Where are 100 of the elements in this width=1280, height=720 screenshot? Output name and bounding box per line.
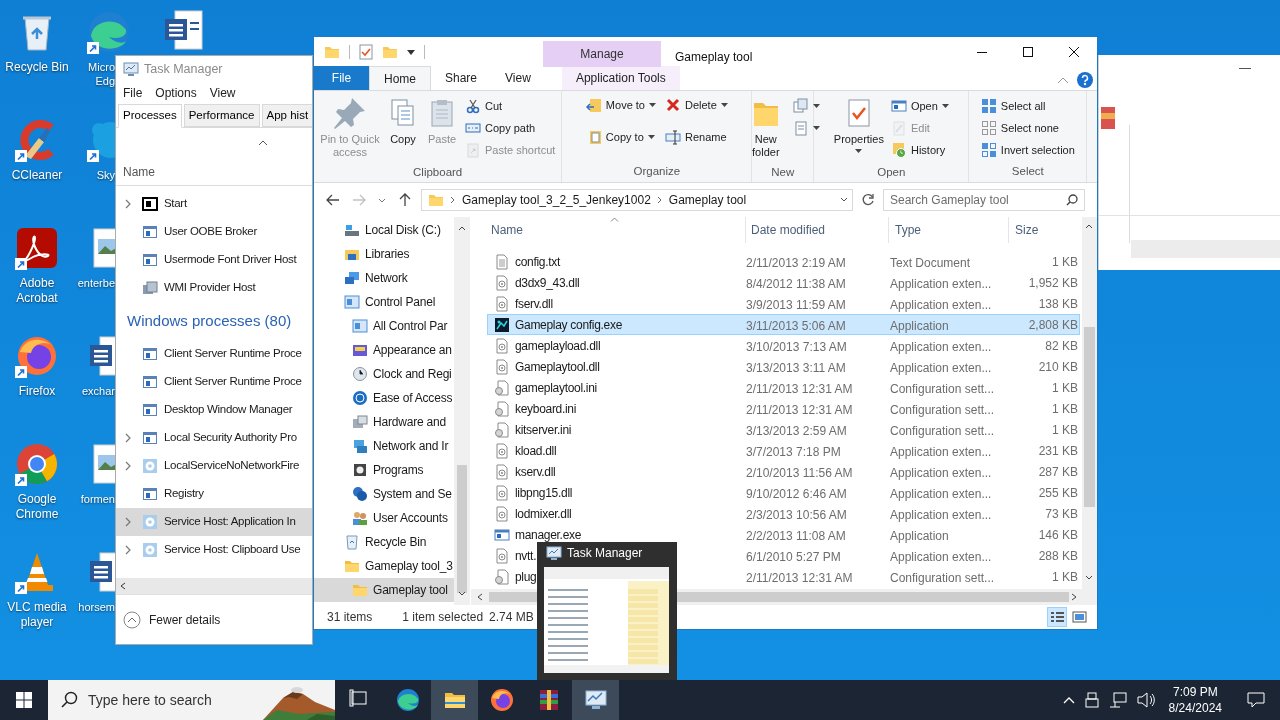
browser-icon[interactable] — [87, 10, 131, 54]
scroll-left-icon[interactable] — [120, 582, 126, 590]
nav-item[interactable]: Recycle Bin — [314, 530, 454, 554]
process-row[interactable]: Usermode Font Driver Host — [116, 246, 312, 274]
minimize-icon[interactable] — [1239, 68, 1251, 70]
nav-item[interactable]: Libraries — [314, 242, 454, 266]
file-row[interactable]: Gameplay config.exe 3/11/2013 5:06 AM Application 2,808 KB — [487, 314, 1080, 335]
nav-item[interactable]: Appearance an — [314, 338, 454, 362]
vertical-scrollbar[interactable] — [454, 217, 470, 605]
ribbon-button[interactable]: Delete — [662, 92, 731, 118]
nav-item[interactable]: Control Panel — [314, 290, 454, 314]
collapse-ribbon-icon[interactable] — [1057, 76, 1069, 84]
nav-item[interactable]: Clock and Regi — [314, 362, 454, 386]
ribbon-button[interactable]: Move to — [582, 92, 659, 118]
chevron-icon[interactable] — [450, 196, 456, 204]
chevron-icon[interactable] — [124, 433, 132, 443]
ribbon-button[interactable]: Select none — [978, 117, 1077, 139]
clock[interactable]: 7:09 PM 8/24/2024 — [1164, 684, 1226, 716]
document-icon[interactable] — [162, 8, 206, 52]
desktop-icon-label[interactable]: Firefox — [1, 384, 73, 399]
tab[interactable]: Performance — [183, 104, 260, 127]
ribbon-button[interactable]: Cut — [463, 95, 558, 117]
refresh-icon[interactable] — [861, 193, 875, 207]
process-row[interactable]: Client Server Runtime Proce — [116, 368, 312, 396]
process-row[interactable]: Registry — [116, 480, 312, 508]
browser-icon[interactable] — [15, 334, 59, 378]
chevron-icon[interactable] — [124, 199, 132, 209]
tab[interactable]: App hist — [261, 104, 312, 127]
horizontal-scrollbar[interactable] — [116, 578, 312, 594]
help-icon[interactable] — [1077, 72, 1093, 88]
tab[interactable]: Processes — [118, 104, 182, 128]
collapse-icon[interactable] — [123, 610, 141, 629]
pdf-icon[interactable] — [15, 226, 59, 270]
desktop-icon-label[interactable]: formen — [77, 492, 115, 506]
nav-item[interactable]: Gameplay tool — [314, 578, 454, 602]
nav-item[interactable]: Gameplay tool_3 — [314, 554, 454, 578]
desktop-icon-label[interactable]: Adobe Acrobat — [1, 276, 73, 306]
view-button[interactable] — [1047, 607, 1067, 627]
desktop-icon-label[interactable]: Sky — [77, 168, 115, 182]
chevron-icon[interactable] — [124, 545, 132, 555]
nav-item[interactable]: User Accounts — [314, 506, 454, 530]
nav-item[interactable]: Programs — [314, 458, 454, 482]
process-row[interactable]: Client Server Runtime Proce — [116, 340, 312, 368]
search-field[interactable]: Type here to search — [48, 680, 335, 720]
tab[interactable]: Share — [431, 66, 492, 90]
tab[interactable]: Home — [369, 66, 431, 90]
taskbar-button[interactable] — [572, 680, 619, 720]
process-row[interactable]: Service Host: Application In — [116, 508, 312, 536]
ribbon-button[interactable]: Select all — [978, 95, 1077, 117]
column-header[interactable]: Size — [1015, 221, 1039, 239]
process-row[interactable]: LocalServiceNoNetworkFire — [116, 452, 312, 480]
tab[interactable]: Application Tools — [561, 66, 680, 90]
ribbon-button[interactable]: New folder — [743, 91, 788, 163]
ribbon-button[interactable]: Properties — [831, 91, 886, 163]
ribbon-button[interactable]: History — [888, 139, 951, 161]
file-tab[interactable]: File — [314, 66, 369, 90]
scroll-right-icon[interactable] — [1071, 593, 1077, 601]
menu-item[interactable]: Options — [155, 84, 197, 102]
scroll-thumb[interactable] — [1084, 327, 1095, 507]
nav-item[interactable]: Hardware and — [314, 410, 454, 434]
chevron-up-icon[interactable] — [1062, 696, 1075, 704]
column-header[interactable]: Date modified — [751, 221, 826, 239]
customize-button[interactable] — [407, 49, 415, 55]
desktop-icon-label[interactable]: horsem — [77, 600, 115, 614]
process-row[interactable]: User OOBE Broker — [116, 218, 312, 246]
desktop-icon-label[interactable]: enterbe — [77, 276, 115, 290]
taskbar-button[interactable] — [431, 680, 478, 720]
fewer-details-link[interactable]: Fewer details — [149, 610, 221, 629]
desktop-icon-label[interactable]: Recycle Bin — [1, 60, 73, 75]
scroll-down-icon[interactable] — [1085, 575, 1093, 581]
menu-item[interactable]: View — [209, 84, 236, 102]
nav-item[interactable]: Ease of Access — [314, 386, 454, 410]
vertical-scrollbar[interactable] — [1082, 217, 1097, 589]
tab[interactable]: View — [491, 66, 545, 90]
nav-item[interactable]: Local Disk (C:) — [314, 218, 454, 242]
scroll-left-icon[interactable] — [477, 593, 483, 601]
back-icon[interactable] — [325, 192, 341, 208]
network-icon[interactable] — [1108, 692, 1127, 708]
nav-item[interactable]: System and Se — [314, 482, 454, 506]
column-header[interactable]: Name — [123, 162, 155, 181]
process-row[interactable]: Local Security Authority Pro — [116, 424, 312, 452]
desktop-icon-label[interactable]: CCleaner — [1, 168, 73, 183]
desktop-icon-label[interactable]: Google Chrome — [1, 492, 73, 522]
scroll-down-icon[interactable] — [458, 591, 466, 597]
chevron-icon[interactable] — [124, 517, 132, 527]
scroll-thumb[interactable] — [457, 465, 467, 593]
up-icon[interactable] — [397, 192, 413, 208]
scroll-up-icon[interactable] — [458, 225, 466, 231]
breadcrumb[interactable]: Gameplay tool — [668, 191, 747, 209]
ribbon-button[interactable]: Copy to — [582, 124, 659, 150]
ribbon-button[interactable]: Copy path — [463, 117, 558, 139]
nav-item[interactable]: Network and Ir — [314, 434, 454, 458]
volume-icon[interactable] — [1136, 692, 1155, 708]
address-bar[interactable]: Gameplay tool_3_2_5_Jenkey1002 Gameplay tool — [421, 189, 853, 211]
process-row[interactable]: Service Host: Clipboard Use — [116, 536, 312, 564]
search-field[interactable]: Search Gameplay tool — [883, 189, 1085, 211]
ribbon-button[interactable]: Rename — [662, 124, 731, 150]
ribbon-button[interactable]: Invert selection — [978, 139, 1077, 161]
chevron-icon[interactable] — [656, 196, 663, 204]
nav-item[interactable]: Network — [314, 266, 454, 290]
